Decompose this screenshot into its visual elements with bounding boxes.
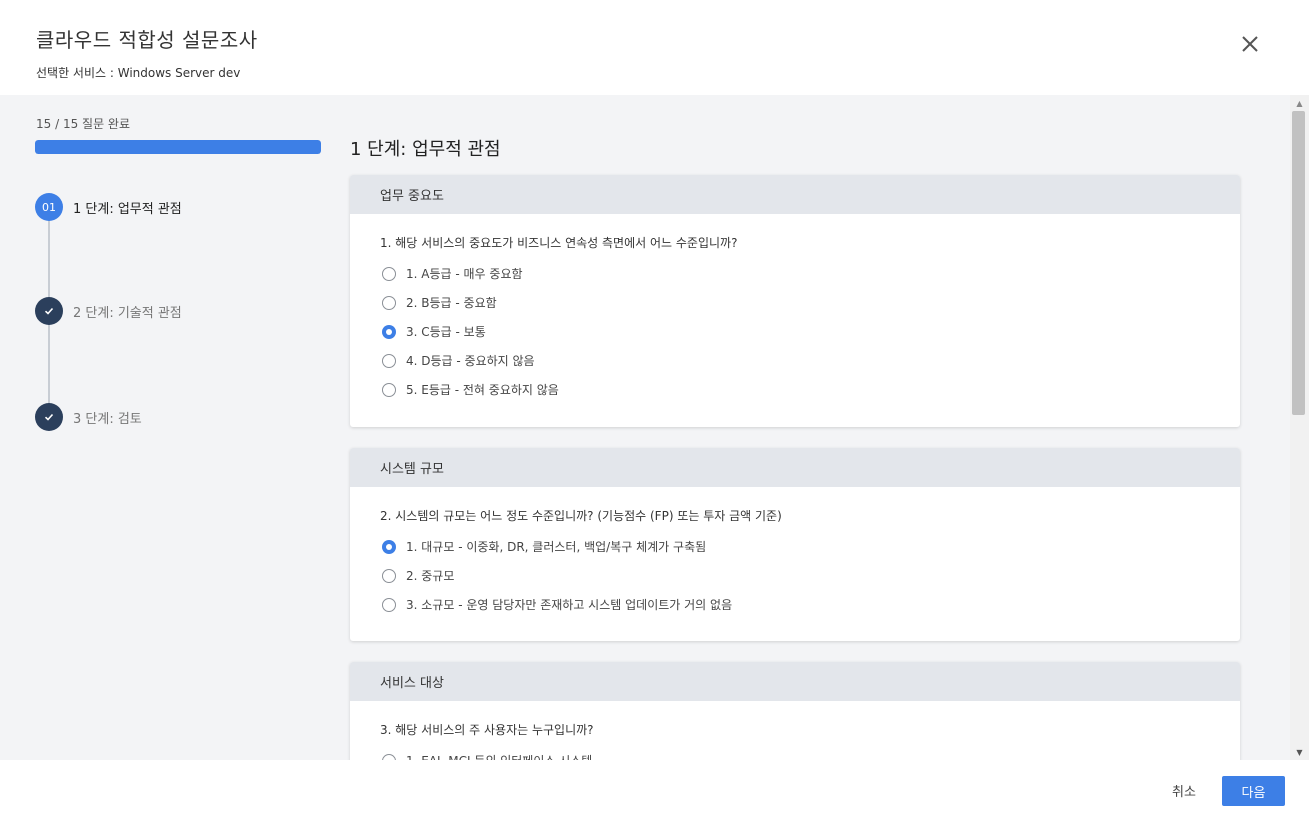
close-button[interactable] <box>1232 26 1266 60</box>
question-card-system-scale: 시스템 규모 2. 시스템의 규모는 어느 정도 수준입니까? (기능점수 (F… <box>350 448 1240 641</box>
question-text: 2. 시스템의 규모는 어느 정도 수준입니까? (기능점수 (FP) 또는 투… <box>380 509 782 523</box>
card-header: 서비스 대상 <box>350 662 1240 701</box>
radio-option[interactable]: 5. E등급 - 전혀 중요하지 않음 <box>380 375 1210 404</box>
step-navigator: 01 1 단계: 업무적 관점 2 단계: 기술적 관점 3 단계: 검토 <box>35 193 335 443</box>
scrollbar-thumb[interactable] <box>1292 111 1305 415</box>
option-label: 4. D등급 - 중요하지 않음 <box>406 354 535 368</box>
section-title: 1 단계: 업무적 관점 <box>350 139 501 160</box>
next-button[interactable]: 다음 <box>1222 776 1285 806</box>
radio-button[interactable] <box>382 353 396 368</box>
option-label: 3. C등급 - 보통 <box>406 325 486 339</box>
option-label: 2. 중규모 <box>406 569 455 583</box>
radio-option[interactable]: 1. EAI, MCI 등의 인터페이스 시스템 <box>380 746 1210 760</box>
step-2-label: 2 단계: 기술적 관점 <box>73 305 182 321</box>
progress-bar <box>35 140 321 154</box>
option-label: 5. E등급 - 전혀 중요하지 않음 <box>406 383 559 397</box>
question-card-business-importance: 업무 중요도 1. 해당 서비스의 중요도가 비즈니스 연속성 측면에서 어느 … <box>350 175 1240 427</box>
dialog-body: 15 / 15 질문 완료 01 1 단계: 업무적 관점 2 단계: 기술적 … <box>0 95 1309 760</box>
step-2[interactable]: 2 단계: 기술적 관점 <box>35 297 182 325</box>
radio-option[interactable]: 4. D등급 - 중요하지 않음 <box>380 346 1210 375</box>
radio-option[interactable]: 1. 대규모 - 이중화, DR, 클러스터, 백업/복구 체계가 구축됨 <box>380 532 1210 561</box>
question-card-service-target: 서비스 대상 3. 해당 서비스의 주 사용자는 누구입니까? 1. EAI, … <box>350 662 1240 760</box>
radio-option[interactable]: 1. A등급 - 매우 중요함 <box>380 259 1210 288</box>
radio-button[interactable] <box>382 295 396 310</box>
radio-option[interactable]: 3. C등급 - 보통 <box>380 317 1210 346</box>
option-label: 2. B등급 - 중요함 <box>406 296 497 310</box>
radio-option[interactable]: 2. 중규모 <box>380 561 1210 590</box>
cancel-button[interactable]: 취소 <box>1160 776 1208 804</box>
question-text: 3. 해당 서비스의 주 사용자는 누구입니까? <box>380 723 594 737</box>
scroll-up-arrow-icon[interactable]: ▲ <box>1290 95 1309 111</box>
radio-button[interactable] <box>382 382 396 397</box>
radio-button[interactable] <box>382 266 396 281</box>
card-header: 시스템 규모 <box>350 448 1240 487</box>
radio-button-selected[interactable] <box>382 324 396 339</box>
step-3[interactable]: 3 단계: 검토 <box>35 403 142 431</box>
option-label: 1. 대규모 - 이중화, DR, 클러스터, 백업/복구 체계가 구축됨 <box>406 540 707 554</box>
question-text: 1. 해당 서비스의 중요도가 비즈니스 연속성 측면에서 어느 수준입니까? <box>380 236 738 250</box>
radio-button[interactable] <box>382 568 396 583</box>
close-icon <box>1242 36 1258 52</box>
step-2-status <box>35 297 63 325</box>
check-icon <box>44 307 54 315</box>
step-3-status <box>35 403 63 431</box>
step-1-number: 01 <box>35 193 63 221</box>
radio-button-selected[interactable] <box>382 539 396 554</box>
step-1-label: 1 단계: 업무적 관점 <box>73 201 182 217</box>
dialog-footer: 취소 다음 <box>0 760 1309 816</box>
progress-text: 15 / 15 질문 완료 <box>36 117 131 131</box>
dialog-header: 클라우드 적합성 설문조사 선택한 서비스 : Windows Server d… <box>0 0 1309 95</box>
progress-bar-fill <box>35 140 321 154</box>
option-label: 3. 소규모 - 운영 담당자만 존재하고 시스템 업데이트가 거의 없음 <box>406 598 733 612</box>
vertical-scrollbar[interactable]: ▲ ▼ <box>1290 95 1309 760</box>
step-3-label: 3 단계: 검토 <box>73 411 142 427</box>
scroll-down-arrow-icon[interactable]: ▼ <box>1290 744 1309 760</box>
radio-button[interactable] <box>382 597 396 612</box>
option-label: 1. EAI, MCI 등의 인터페이스 시스템 <box>406 752 592 760</box>
dialog-title: 클라우드 적합성 설문조사 <box>36 28 258 52</box>
card-header: 업무 중요도 <box>350 175 1240 214</box>
option-label: 1. A등급 - 매우 중요함 <box>406 267 523 281</box>
selected-service-label: 선택한 서비스 : Windows Server dev <box>36 66 241 80</box>
radio-option[interactable]: 3. 소규모 - 운영 담당자만 존재하고 시스템 업데이트가 거의 없음 <box>380 590 1210 619</box>
check-icon <box>44 413 54 421</box>
radio-option[interactable]: 2. B등급 - 중요함 <box>380 288 1210 317</box>
step-1[interactable]: 01 1 단계: 업무적 관점 <box>35 193 182 221</box>
